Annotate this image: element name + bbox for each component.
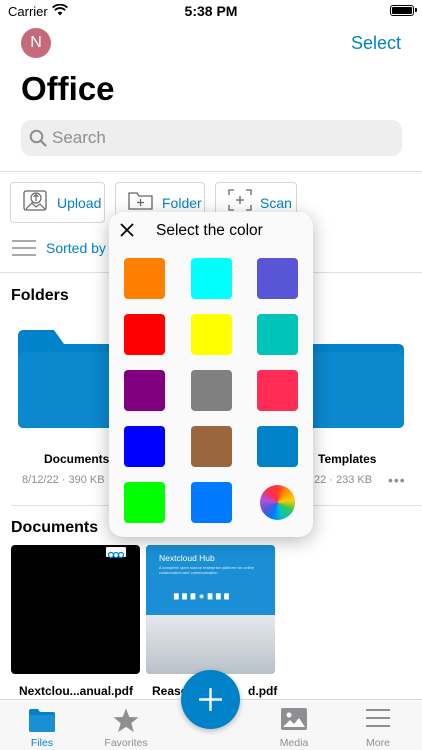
tab-more[interactable]: More — [336, 700, 420, 750]
search-placeholder: Search — [52, 128, 106, 147]
menu-icon — [365, 708, 391, 733]
folder-name: Documents — [44, 452, 110, 466]
document-name-end: d.pdf — [248, 684, 278, 698]
add-button[interactable] — [181, 670, 240, 729]
preview-banner: Nextcloud Hub A complete open source ent… — [146, 545, 275, 615]
scan-label: Scan — [260, 194, 292, 211]
tab-label: Favorites — [104, 737, 148, 749]
status-bar: Carrier 5:38 PM — [0, 0, 422, 24]
color-swatch-azure[interactable] — [191, 482, 232, 523]
color-picker-title: Select the color — [156, 222, 263, 239]
color-swatch-pink[interactable] — [257, 370, 298, 411]
tab-label: Media — [279, 737, 309, 749]
header-divider — [0, 171, 422, 172]
color-swatch-teal[interactable] — [257, 314, 298, 355]
clock: 5:38 PM — [184, 3, 238, 19]
color-swatch-orange[interactable] — [124, 258, 165, 299]
page-title: Office — [21, 70, 115, 107]
preview-title: Nextcloud Hub — [159, 553, 215, 563]
sort-label: Sorted by — [46, 240, 106, 256]
avatar[interactable]: N — [21, 28, 51, 58]
color-swatch-gray[interactable] — [191, 370, 232, 411]
document-name: Nextclou...anual.pdf — [19, 684, 134, 698]
preview-image — [146, 615, 275, 674]
folder-icon — [29, 708, 55, 737]
tab-label: Files — [30, 737, 54, 749]
folder-label: Folder — [162, 194, 202, 211]
folder-templates[interactable] — [313, 330, 404, 433]
folder-icon — [313, 344, 404, 432]
documents-heading: Documents — [11, 519, 99, 536]
color-swatch-green[interactable] — [124, 482, 165, 523]
image-icon — [281, 708, 307, 735]
color-swatch-brown[interactable] — [191, 426, 232, 467]
star-icon — [113, 708, 139, 738]
tab-files[interactable]: Files — [0, 700, 84, 750]
folder-meta: 8/12/22 · 390 KB — [22, 474, 105, 486]
battery-icon — [390, 5, 417, 16]
tab-favorites[interactable]: Favorites — [84, 700, 168, 750]
app-icons: ▇ ▇ ▇ ◉ ▇ ▇ ▇ — [174, 594, 230, 600]
folders-heading: Folders — [11, 287, 69, 304]
color-swatch-nextcloud-blue[interactable] — [257, 426, 298, 467]
color-swatch-purple[interactable] — [124, 370, 165, 411]
nextcloud-logo-icon — [106, 547, 126, 559]
color-swatch-yellow[interactable] — [191, 314, 232, 355]
folder-name: Templates — [318, 452, 377, 466]
upload-icon — [23, 188, 49, 217]
color-swatch-indigo[interactable] — [257, 258, 298, 299]
upload-button[interactable]: Upload — [10, 182, 105, 223]
search-input[interactable]: Search — [21, 120, 402, 156]
tab-label: More — [366, 737, 390, 749]
select-button[interactable]: Select — [351, 33, 401, 54]
color-swatch-cyan[interactable] — [191, 258, 232, 299]
document-thumbnail[interactable]: Nextcloud Hub A complete open source ent… — [146, 545, 275, 674]
list-icon — [12, 240, 36, 261]
color-swatch-blue[interactable] — [124, 426, 165, 467]
color-picker-popup: Select the color — [109, 212, 313, 537]
search-icon — [29, 129, 47, 152]
more-options-icon[interactable]: ••• — [388, 472, 406, 488]
folder-meta: 22 · 233 KB — [314, 474, 373, 486]
document-thumbnail[interactable] — [11, 545, 140, 674]
tab-media[interactable]: Media — [252, 700, 336, 750]
plus-icon — [198, 687, 223, 716]
close-icon[interactable] — [120, 223, 134, 242]
preview-subtitle: A complete open source enterprise platfo… — [159, 565, 254, 575]
upload-label: Upload — [57, 194, 102, 211]
color-swatch-custom-color[interactable] — [260, 485, 295, 520]
color-swatch-red[interactable] — [124, 314, 165, 355]
